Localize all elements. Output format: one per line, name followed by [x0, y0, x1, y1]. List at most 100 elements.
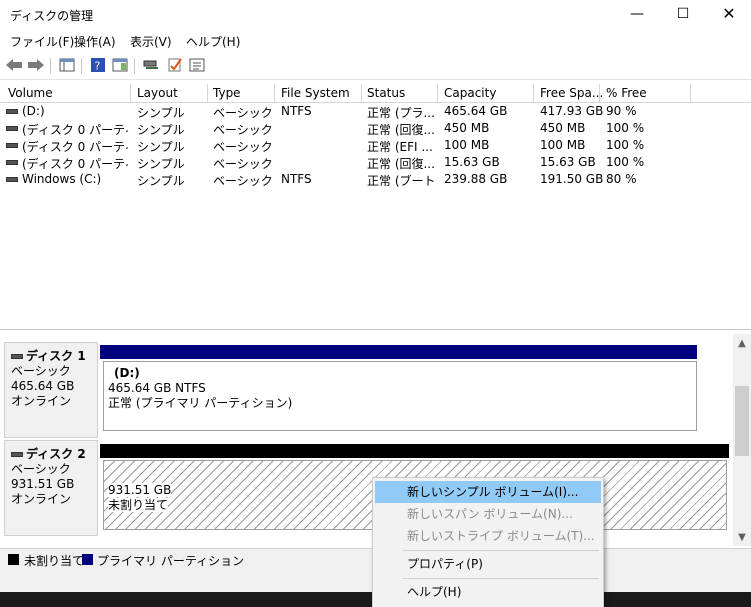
- cell-layout: シンプル: [137, 174, 185, 188]
- column-header-percent-free[interactable]: % Free: [606, 86, 647, 100]
- menu-separator: [403, 550, 599, 551]
- menu-action[interactable]: 操作(A): [74, 33, 116, 50]
- cell-file-system: NTFS: [281, 172, 312, 186]
- column-divider[interactable]: [207, 84, 208, 103]
- table-row[interactable]: (ディスク 0 パーティシ... シンプル ベーシック 正常 (EFI ... …: [0, 137, 700, 154]
- partition-size-fs: 465.64 GB NTFS: [108, 381, 206, 395]
- legend-label-primary: プライマリ パーティション: [97, 554, 245, 568]
- show-hide-pane-icon[interactable]: [110, 56, 130, 74]
- legend-swatch-unallocated: [8, 554, 19, 565]
- volume-icon: [6, 177, 18, 182]
- cell-free-space: 417.93 GB: [540, 104, 604, 118]
- context-menu: 新しいシンプル ボリューム(I)... 新しいスパン ボリューム(N)... 新…: [372, 477, 604, 607]
- legend-label-unallocated: 未割り当て: [24, 554, 85, 568]
- cell-capacity: 15.63 GB: [444, 155, 500, 169]
- disk-name: ディスク 2: [26, 447, 86, 461]
- menu-item-help[interactable]: ヘルプ(H): [375, 581, 601, 603]
- vertical-scrollbar[interactable]: ▲ ▼: [733, 334, 751, 546]
- cell-percent-free: 100 %: [606, 121, 645, 135]
- scroll-thumb[interactable]: [735, 386, 749, 456]
- scroll-down-icon[interactable]: ▼: [733, 532, 751, 546]
- disk-state: オンライン: [11, 492, 72, 506]
- cell-status: 正常 (プラ...: [367, 106, 435, 120]
- cell-type: ベーシック: [213, 123, 273, 137]
- close-button[interactable]: ✕: [706, 0, 751, 30]
- disk-state: オンライン: [11, 394, 72, 408]
- cell-percent-free: 80 %: [606, 172, 637, 186]
- column-header-layout[interactable]: Layout: [137, 86, 178, 100]
- table-row[interactable]: Windows (C:) シンプル ベーシック NTFS 正常 (ブート... …: [0, 171, 700, 188]
- forward-arrow-icon[interactable]: [26, 56, 46, 74]
- menu-item-properties[interactable]: プロパティ(P): [375, 553, 601, 575]
- disk-2-label[interactable]: ディスク 2 ベーシック 931.51 GB オンライン: [4, 440, 98, 536]
- disk-icon: [11, 354, 23, 359]
- cell-free-space: 100 MB: [540, 138, 586, 152]
- disk-size: 465.64 GB: [11, 379, 75, 393]
- minimize-button[interactable]: —: [614, 0, 660, 30]
- volume-list: Volume Layout Type File System Status Ca…: [0, 82, 751, 330]
- cell-layout: シンプル: [137, 123, 185, 137]
- cell-volume: (D:): [22, 104, 45, 118]
- disk-type: ベーシック: [11, 462, 71, 476]
- primary-partition-bar: [100, 345, 697, 359]
- cell-type: ベーシック: [213, 157, 273, 171]
- column-divider[interactable]: [274, 84, 275, 103]
- disk-1-label[interactable]: ディスク 1 ベーシック 465.64 GB オンライン: [4, 342, 98, 438]
- cell-status: 正常 (回復...: [367, 123, 435, 137]
- menu-view[interactable]: 表示(V): [130, 33, 172, 50]
- back-arrow-icon[interactable]: [4, 56, 24, 74]
- column-divider[interactable]: [130, 84, 131, 103]
- partition-d[interactable]: (D:) 465.64 GB NTFS 正常 (プライマリ パーティション): [103, 361, 697, 431]
- column-header-status[interactable]: Status: [367, 86, 405, 100]
- partition-status: 正常 (プライマリ パーティション): [108, 396, 293, 410]
- cell-type: ベーシック: [213, 140, 273, 154]
- cell-percent-free: 100 %: [606, 155, 645, 169]
- menu-item-new-simple-volume[interactable]: 新しいシンプル ボリューム(I)...: [375, 481, 601, 503]
- cell-free-space: 191.50 GB: [540, 172, 604, 186]
- column-header-type[interactable]: Type: [213, 86, 241, 100]
- toolbar-separator: [50, 58, 51, 74]
- menu-help[interactable]: ヘルプ(H): [186, 33, 240, 50]
- toolbar: ?: [0, 52, 751, 80]
- scroll-up-icon[interactable]: ▲: [733, 338, 751, 352]
- cell-volume: (ディスク 0 パーティシ...: [22, 140, 128, 154]
- menu-bar: ファイル(F) 操作(A) 表示(V) ヘルプ(H): [0, 30, 751, 52]
- legend-swatch-primary: [82, 554, 93, 565]
- column-divider[interactable]: [599, 84, 600, 103]
- table-row[interactable]: (ディスク 0 パーティシ... シンプル ベーシック 正常 (回復... 45…: [0, 120, 700, 137]
- checklist-icon[interactable]: [165, 56, 185, 74]
- column-divider[interactable]: [533, 84, 534, 103]
- column-header-file-system[interactable]: File System: [281, 86, 350, 100]
- properties-icon[interactable]: [187, 56, 207, 74]
- help-icon[interactable]: ?: [88, 56, 108, 74]
- table-row[interactable]: (ディスク 0 パーティシ... シンプル ベーシック 正常 (回復... 15…: [0, 154, 700, 171]
- table-row[interactable]: (D:) シンプル ベーシック NTFS 正常 (プラ... 465.64 GB…: [0, 103, 700, 120]
- maximize-button[interactable]: ☐: [660, 0, 706, 30]
- cell-volume: (ディスク 0 パーティシ...: [22, 157, 128, 171]
- column-header-free-space[interactable]: Free Spa...: [540, 86, 603, 100]
- cell-free-space: 450 MB: [540, 121, 586, 135]
- column-divider[interactable]: [361, 84, 362, 103]
- volume-icon: [6, 126, 18, 131]
- column-header-volume[interactable]: Volume: [8, 86, 53, 100]
- cell-volume: (ディスク 0 パーティシ...: [22, 123, 128, 137]
- unallocated-size: 931.51 GB: [108, 483, 172, 497]
- cell-free-space: 15.63 GB: [540, 155, 596, 169]
- unallocated-label: 未割り当て: [108, 498, 169, 512]
- disk-size: 931.51 GB: [11, 477, 75, 491]
- cell-layout: シンプル: [137, 140, 185, 154]
- console-tree-icon[interactable]: [57, 56, 77, 74]
- cell-capacity: 450 MB: [444, 121, 490, 135]
- column-header-capacity[interactable]: Capacity: [444, 86, 496, 100]
- column-divider[interactable]: [690, 84, 691, 103]
- cell-status: 正常 (EFI ...: [367, 140, 433, 154]
- column-divider[interactable]: [437, 84, 438, 103]
- connect-disk-icon[interactable]: [141, 56, 161, 74]
- svg-text:?: ?: [95, 60, 101, 73]
- partition-name: (D:): [114, 366, 140, 380]
- window-title: ディスクの管理: [10, 9, 94, 23]
- toolbar-separator: [81, 58, 82, 74]
- menu-file[interactable]: ファイル(F): [10, 33, 74, 50]
- menu-separator: [403, 578, 599, 579]
- cell-type: ベーシック: [213, 174, 273, 188]
